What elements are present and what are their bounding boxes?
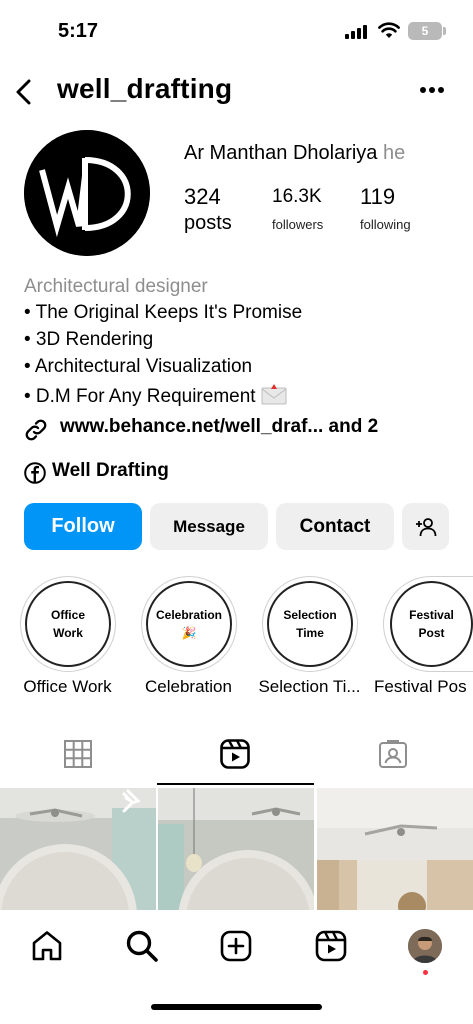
search-icon[interactable] [125,929,159,963]
facebook-icon [24,462,46,484]
highlight-cover-text: Festival [409,608,454,622]
highlight-label[interactable]: Celebration [126,677,251,697]
highlight-cover-text: Post [418,626,445,640]
highlight-cover-text: Selection [283,608,337,622]
grid-tab-icon[interactable] [62,738,94,770]
highlight-celebration[interactable]: Celebration 🎉 [141,576,237,672]
active-tab-indicator [157,783,314,785]
posts-count: 324 [184,184,221,209]
contact-button[interactable]: Contact [276,503,394,550]
room-render-image [0,788,156,910]
highlight-label[interactable]: Selection Ti... [247,677,372,697]
status-time: 5:17 [58,20,99,42]
bio-line: • Architectural Visualization [24,356,253,377]
reels-icon[interactable] [314,929,348,963]
following-label[interactable]: following [360,217,411,232]
well-drafting-logo [24,130,150,256]
follow-button[interactable]: Follow [24,503,142,550]
followers-label[interactable]: followers [272,217,323,232]
tagged-tab-icon[interactable] [377,738,409,770]
battery-tip [443,27,446,35]
highlight-office-work[interactable]: Office Work [20,576,116,672]
suggested-users-button[interactable] [402,503,449,550]
room-render-image [317,788,473,910]
highlight-selection-time[interactable]: Selection Time [262,576,358,672]
envelope-icon [261,384,287,405]
highlight-cover-text: Work [53,626,83,640]
pronoun-text: he [383,142,406,164]
highlight-label[interactable]: Festival Pos [374,677,473,697]
wifi-icon [378,22,400,38]
reels-tab-icon[interactable] [219,738,251,770]
highlight-cover: Celebration 🎉 [146,581,232,667]
highlight-cover-text: Office [50,608,85,622]
more-options-icon[interactable] [419,86,445,94]
profile-category: Architectural designer [24,276,208,297]
bio-line-with-envelope: • D.M For Any Requirement [24,383,287,408]
post-thumbnail[interactable] [317,788,473,910]
highlight-label[interactable]: Office Work [5,677,130,697]
profile-full-name: Ar Manthan Dholariya he [184,142,405,165]
post-thumbnail[interactable] [158,788,314,910]
add-user-icon [415,517,436,536]
room-render-image [158,788,314,910]
facebook-page-link[interactable]: Well Drafting [52,460,169,482]
full-name-text: Ar Manthan Dholariya [184,142,378,164]
home-icon[interactable] [30,929,64,963]
create-post-icon[interactable] [219,929,253,963]
profile-nav-avatar[interactable] [408,929,442,963]
user-avatar-image [408,929,442,963]
bio-line: • 3D Rendering [24,329,154,350]
profile-username: well_drafting [57,73,233,104]
following-count[interactable]: 119 [360,184,395,210]
highlight-festival-post[interactable]: Festival Post [383,576,473,672]
followers-count[interactable]: 16.3K [272,186,322,208]
post-thumbnail[interactable] [0,788,156,910]
profile-avatar[interactable] [24,130,150,256]
message-button[interactable]: Message [150,503,268,550]
highlight-cover: Office Work [25,581,111,667]
bio-line: • The Original Keeps It's Promise [24,302,303,323]
home-indicator [151,1004,322,1010]
profile-website-link[interactable]: www.behance.net/well_draf... and 2 [60,416,378,438]
link-icon [25,419,47,441]
highlight-cover: Selection Time [267,581,353,667]
battery-indicator: 5 [408,22,442,40]
back-arrow-icon[interactable] [12,78,36,106]
highlight-cover-text: 🎉 [181,626,197,640]
bio-line-text: • D.M For Any Requirement [24,386,256,407]
highlight-cover: Festival Post [390,581,473,667]
highlight-cover-text: Celebration [155,608,222,622]
highlight-cover-text: Time [296,626,324,640]
cellular-signal-icon [345,25,367,39]
notification-dot [423,970,428,975]
posts-label: posts [184,212,232,234]
